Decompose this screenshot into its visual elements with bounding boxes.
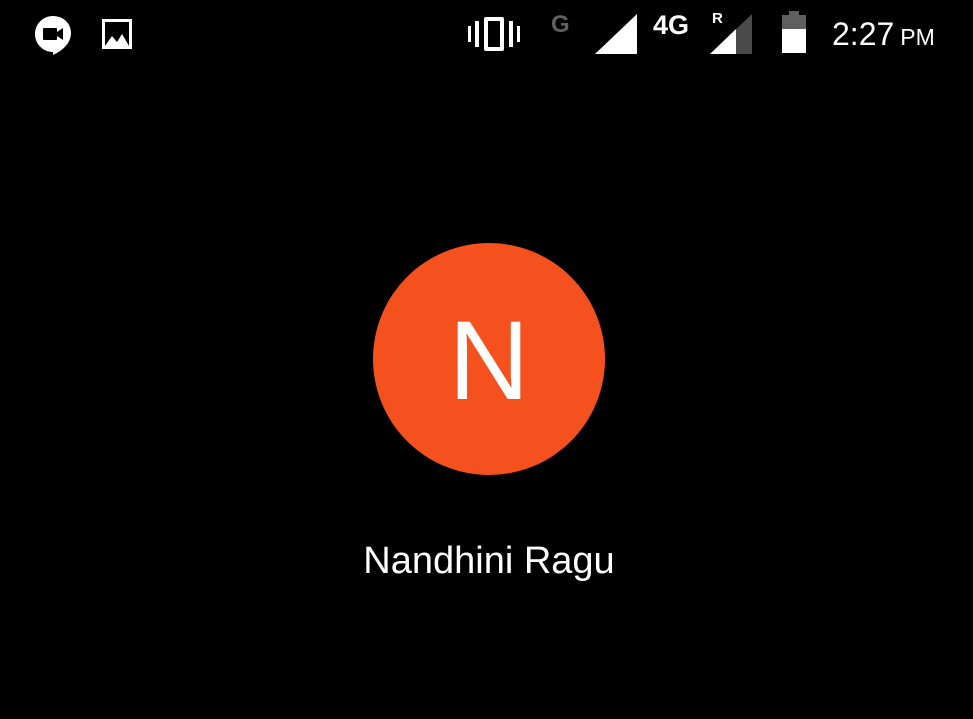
battery-icon <box>782 11 806 53</box>
clock-ampm: PM <box>900 24 935 50</box>
roaming-indicator: R <box>712 10 723 27</box>
status-clock: 2:27 PM <box>832 16 935 53</box>
clock-time: 2:27 <box>832 16 895 52</box>
avatar-initial: N <box>448 298 530 423</box>
network-type-label: 4G <box>653 10 690 40</box>
status-bar: G 4G R 2:27 PM <box>0 0 973 72</box>
contact-avatar: N <box>373 243 605 475</box>
contact-name: Nandhini Ragu <box>363 540 615 582</box>
vibrate-icon <box>468 17 520 51</box>
incoming-call-screen: G 4G R 2:27 PM N Nandhini Ragu <box>0 0 973 719</box>
signal-icon <box>595 14 637 54</box>
hangouts-icon <box>35 16 71 55</box>
network-g-label: G <box>551 11 570 38</box>
gallery-icon <box>102 19 132 49</box>
